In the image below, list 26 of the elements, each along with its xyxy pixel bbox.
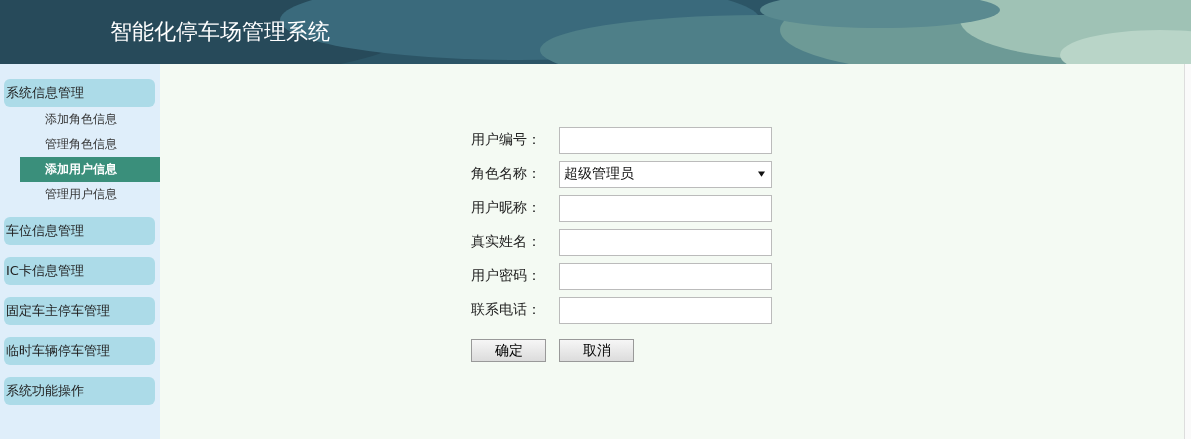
sidebar-item[interactable]: 添加用户信息	[20, 157, 160, 182]
input-field[interactable]	[559, 262, 772, 290]
role-dropdown[interactable]: 超级管理员	[559, 160, 772, 188]
field-label: 联系电话：	[471, 301, 542, 319]
sidebar-item[interactable]: 管理用户信息	[20, 182, 160, 207]
sidebar-item[interactable]: 管理角色信息	[20, 132, 160, 157]
field-label: 用户编号：	[471, 131, 542, 149]
app-title: 智能化停车场管理系统	[110, 18, 330, 46]
sidebar-group-header[interactable]: 临时车辆停车管理	[4, 337, 155, 365]
field-label: 用户昵称：	[471, 199, 542, 217]
sidebar-group-header[interactable]: 系统信息管理	[4, 79, 155, 107]
sidebar-group-header[interactable]: 系统功能操作	[4, 377, 155, 405]
input-field[interactable]	[559, 228, 772, 256]
input-field[interactable]	[559, 194, 772, 222]
field-label: 用户密码：	[471, 267, 542, 285]
sidebar-group-header[interactable]: IC卡信息管理	[4, 257, 155, 285]
input-field[interactable]	[559, 126, 772, 154]
sidebar-group-header[interactable]: 固定车主停车管理	[4, 297, 155, 325]
input-field[interactable]	[559, 296, 772, 324]
field-label: 真实姓名：	[471, 233, 542, 251]
field-label: 角色名称：	[471, 165, 542, 183]
form-button[interactable]: 取消	[559, 339, 634, 362]
sidebar-item[interactable]: 添加角色信息	[20, 107, 160, 132]
sidebar-group-header[interactable]: 车位信息管理	[4, 217, 155, 245]
caret-icon	[758, 171, 765, 177]
form-button[interactable]: 确定	[471, 339, 546, 362]
